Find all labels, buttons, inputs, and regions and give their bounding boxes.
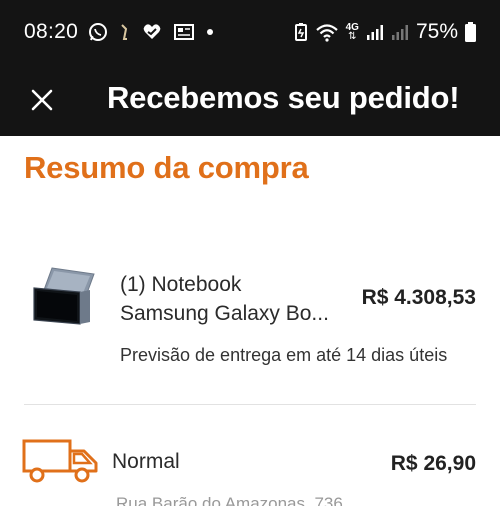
- battery-saver-icon: [294, 22, 308, 42]
- shipping-method: Normal: [112, 450, 180, 473]
- product-name-line1: (1) Notebook: [120, 273, 242, 296]
- dot-icon: [206, 28, 214, 36]
- notification-icon: [120, 23, 130, 41]
- product-price: R$ 4.308,53: [361, 286, 476, 309]
- close-button[interactable]: [27, 85, 57, 115]
- product-name-line2: Samsung Galaxy Bo...: [120, 302, 329, 325]
- close-icon: [31, 89, 53, 111]
- news-icon: [174, 23, 194, 41]
- system-icons: 4G ⇅ 75%: [294, 20, 476, 44]
- signal-icon-2: [391, 23, 409, 41]
- divider: [24, 404, 476, 405]
- page-title: Recebemos seu pedido!: [107, 80, 460, 115]
- status-bar: 08:20 4G ⇅ 75%: [0, 0, 500, 66]
- product-name[interactable]: (1) Notebook Samsung Galaxy Bo...: [120, 270, 335, 328]
- shipping-address: Rua Barão do Amazonas, 736: [116, 494, 343, 506]
- battery-percent: 75%: [415, 20, 458, 43]
- delivery-estimate: Previsão de entrega em até 14 dias úteis: [120, 345, 448, 365]
- truck-icon: [22, 437, 100, 485]
- product-image[interactable]: [30, 266, 96, 326]
- network-type: 4G ⇅: [345, 22, 359, 42]
- signal-icon: [366, 23, 384, 41]
- data-arrows-icon: ⇅: [348, 31, 357, 42]
- app-bar: Recebemos seu pedido!: [0, 66, 500, 136]
- shipping-price: R$ 26,90: [390, 452, 476, 475]
- notification-icons: [88, 22, 214, 42]
- whatsapp-icon: [88, 22, 108, 42]
- hearts-icon: [142, 23, 162, 41]
- battery-icon: [465, 22, 476, 42]
- status-time: 08:20: [24, 20, 79, 43]
- summary-title: Resumo da compra: [24, 150, 309, 185]
- wifi-icon: [315, 22, 339, 42]
